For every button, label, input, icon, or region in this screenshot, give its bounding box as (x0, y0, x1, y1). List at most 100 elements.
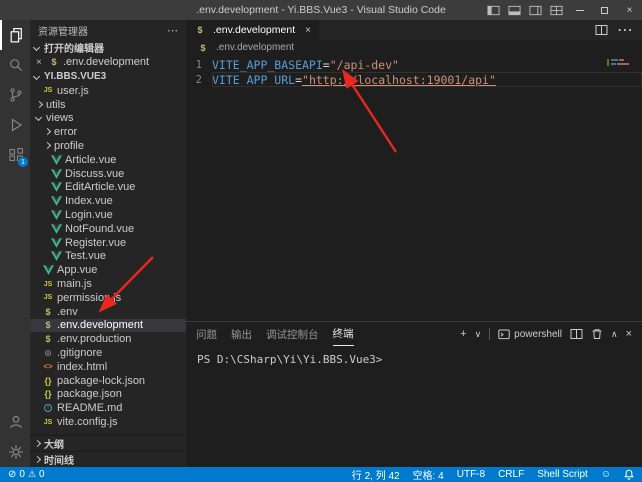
js-icon: JS (42, 87, 54, 94)
extensions-activity-icon[interactable]: 1 (0, 140, 30, 170)
tree-item-main.js[interactable]: JSmain.js (30, 277, 186, 291)
json-icon: {} (42, 389, 54, 399)
new-terminal-icon[interactable]: + (460, 328, 466, 340)
activity-bar: 1 (0, 20, 30, 467)
js-icon: JS (42, 281, 54, 288)
tree-item-Login.vue[interactable]: Login.vue (30, 208, 186, 222)
env-icon: $ (194, 25, 206, 35)
minimize-button[interactable] (567, 0, 592, 20)
close-editor-icon[interactable]: × (36, 57, 48, 68)
tree-item-user.js[interactable]: JSuser.js (30, 84, 186, 98)
tree-item-profile[interactable]: profile (30, 139, 186, 153)
file-name: .env.production (57, 333, 131, 345)
toggle-panel-icon[interactable] (504, 0, 525, 20)
open-editors-header[interactable]: 打开的编辑器 (30, 40, 186, 55)
minimize-icon (576, 10, 584, 11)
vue-icon (50, 196, 62, 206)
indentation-status[interactable]: 空格: 4 (413, 467, 444, 482)
file-name: README.md (57, 402, 122, 414)
tree-item-Index.vue[interactable]: Index.vue (30, 194, 186, 208)
account-icon[interactable] (0, 407, 30, 437)
env-icon: $ (42, 334, 54, 344)
tree-item-utils[interactable]: utils (30, 98, 186, 112)
feedback-smiley-icon[interactable]: ☺ (601, 469, 611, 480)
env-icon: $ (48, 57, 60, 67)
code-line-1[interactable]: 1VITE_APP_BASEAPI="/api-dev" (186, 57, 642, 72)
file-name: package-lock.json (57, 375, 145, 387)
explorer-activity-icon[interactable] (0, 20, 30, 50)
warnings-count: 0 (39, 469, 45, 480)
tree-item-.gitignore[interactable]: ⊙.gitignore (30, 346, 186, 360)
terminal-profile-dropdown-icon[interactable]: ∨ (475, 329, 482, 340)
panel-tab-终端[interactable]: 终端 (333, 322, 354, 346)
settings-gear-icon[interactable] (0, 437, 30, 467)
file-name: profile (54, 140, 84, 152)
project-root-header[interactable]: YI.BBS.VUE3 (30, 69, 186, 84)
language-mode[interactable]: Shell Script (537, 469, 588, 480)
tree-item-Register.vue[interactable]: Register.vue (30, 236, 186, 250)
file-tree: JSuser.jsutilsviewserrorprofileArticle.v… (30, 84, 186, 429)
tree-item-error[interactable]: error (30, 125, 186, 139)
open-editor-item[interactable]: × $ .env.development (30, 55, 186, 69)
maximize-panel-icon[interactable]: ∧ (611, 329, 618, 340)
open-editor-file-name: .env.development (63, 56, 149, 68)
breadcrumb[interactable]: $ .env.development (186, 40, 642, 55)
tree-item-package.json[interactable]: {}package.json (30, 388, 186, 402)
explorer-sidebar: 资源管理器 ⋯ 打开的编辑器 × $ .env.development YI.B… (30, 20, 186, 467)
chevron-expanded-icon (32, 43, 42, 53)
kill-terminal-trash-icon[interactable] (591, 328, 603, 340)
outline-section-header[interactable]: 大纲 (30, 435, 186, 451)
tree-item-App.vue[interactable]: App.vue (30, 263, 186, 277)
file-name: Test.vue (65, 250, 106, 262)
eol-status[interactable]: CRLF (498, 469, 524, 480)
file-name: utils (46, 99, 66, 111)
panel-tab-输出[interactable]: 输出 (231, 322, 252, 346)
terminal-output[interactable]: PS D:\CSharp\Yi\Yi.BBS.Vue3> (186, 346, 642, 467)
toggle-primary-sidebar-icon[interactable] (483, 0, 504, 20)
customize-layout-icon[interactable] (546, 0, 567, 20)
terminal-list-item-powershell[interactable]: powershell (498, 329, 562, 340)
tree-item-README.md[interactable]: iREADME.md (30, 401, 186, 415)
tree-item-Test.vue[interactable]: Test.vue (30, 250, 186, 264)
tree-item-NotFound.vue[interactable]: NotFound.vue (30, 222, 186, 236)
tree-item-index.html[interactable]: <>index.html (30, 360, 186, 374)
tree-item-.env[interactable]: $.env (30, 305, 186, 319)
split-editor-icon[interactable] (595, 24, 608, 36)
code-editor[interactable]: 1VITE_APP_BASEAPI="/api-dev"2VITE_APP_UR… (186, 55, 642, 321)
tree-item-Article.vue[interactable]: Article.vue (30, 153, 186, 167)
close-tab-icon[interactable]: × (305, 25, 311, 36)
tree-item-Discuss.vue[interactable]: Discuss.vue (30, 167, 186, 181)
minimap[interactable] (607, 59, 629, 66)
toggle-secondary-sidebar-icon[interactable] (525, 0, 546, 20)
tree-item-views[interactable]: views (30, 112, 186, 126)
vue-icon (50, 210, 62, 220)
close-panel-icon[interactable]: × (626, 328, 632, 340)
panel-tab-调试控制台[interactable]: 调试控制台 (266, 322, 319, 346)
timeline-section-header[interactable]: 时间线 (30, 451, 186, 467)
run-debug-activity-icon[interactable] (0, 110, 30, 140)
errors-count: 0 (19, 469, 25, 480)
tree-item-.env.development[interactable]: $.env.development (30, 319, 186, 333)
split-terminal-icon[interactable] (570, 328, 583, 340)
notifications-bell-icon[interactable] (624, 469, 634, 480)
vue-icon (50, 251, 62, 261)
tree-item-.env.production[interactable]: $.env.production (30, 332, 186, 346)
cursor-position[interactable]: 行 2, 列 42 (352, 467, 400, 482)
encoding-status[interactable]: UTF-8 (457, 469, 485, 480)
tab-env-development[interactable]: $ .env.development × (186, 20, 319, 40)
editor-more-actions-icon[interactable]: ⋯ (617, 20, 633, 40)
chevron-collapsed-icon (32, 439, 42, 449)
tree-item-permission.js[interactable]: JSpermission.js (30, 291, 186, 305)
tree-item-vite.config.js[interactable]: JSvite.config.js (30, 415, 186, 429)
maximize-button[interactable] (592, 0, 617, 20)
chevron-collapsed-icon (34, 100, 44, 110)
code-line-2[interactable]: 2VITE_APP_URL="http://localhost:19001/ap… (186, 72, 642, 87)
sidebar-more-actions-icon[interactable]: ⋯ (167, 24, 178, 37)
tree-item-EditArticle.vue[interactable]: EditArticle.vue (30, 181, 186, 195)
tree-item-package-lock.json[interactable]: {}package-lock.json (30, 374, 186, 388)
search-activity-icon[interactable] (0, 50, 30, 80)
close-window-button[interactable]: × (617, 0, 642, 20)
panel-tab-问题[interactable]: 问题 (196, 322, 217, 346)
problems-status[interactable]: ⊘ 0 ⚠ 0 (8, 469, 45, 480)
source-control-activity-icon[interactable] (0, 80, 30, 110)
